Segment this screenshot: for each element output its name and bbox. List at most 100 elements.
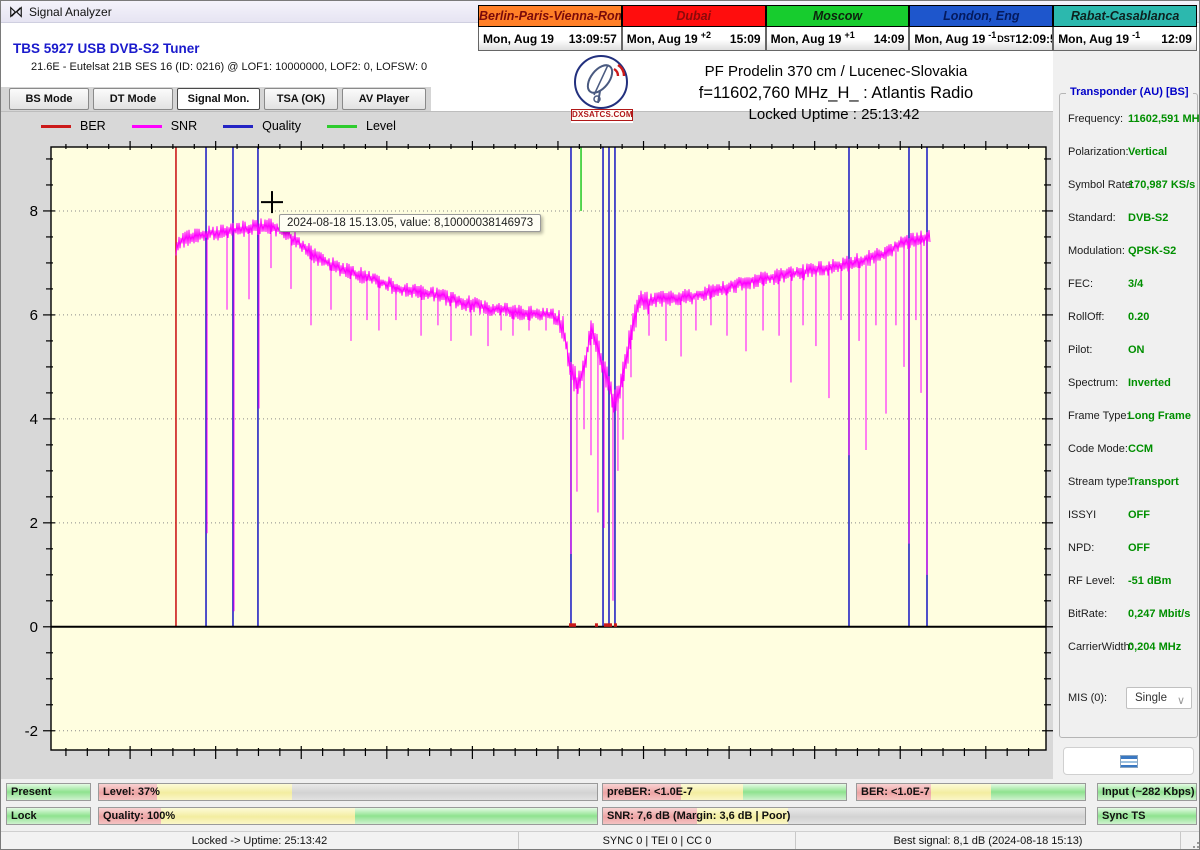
signal-analyzer-window: Signal Analyzer TBS 5927 USB DVB-S2 Tune… — [0, 0, 1200, 850]
tp-value: -51 dBm — [1128, 575, 1171, 587]
tp-value: Inverted — [1128, 377, 1171, 389]
svg-text:8: 8 — [30, 203, 38, 220]
tp-label: BitRate: — [1068, 608, 1107, 620]
tp-label: NPD: — [1068, 542, 1094, 554]
tp-value: 0,204 MHz — [1128, 641, 1181, 653]
mis-label: MIS (0): — [1068, 692, 1107, 704]
clock-date: Mon, Aug 19 — [1058, 32, 1129, 46]
clock-utc-offset: -1 — [1132, 30, 1140, 40]
clock-dst-label: DST — [997, 34, 1015, 44]
tab-av-player[interactable]: AV Player — [342, 88, 426, 110]
tp-value: CCM — [1128, 443, 1153, 455]
svg-text:0: 0 — [30, 619, 38, 636]
resize-grip[interactable] — [1189, 838, 1199, 848]
mode-tabstrip: BS Mode DT Mode Signal Mon. TSA (OK) AV … — [1, 87, 431, 112]
tp-label: CarrierWidth: — [1068, 641, 1133, 653]
present-indicator: Present — [6, 783, 91, 801]
tp-value: QPSK-S2 — [1128, 245, 1176, 257]
tp-value: DVB-S2 — [1128, 212, 1168, 224]
signal-chart-region: Locked Uptime : 25:13:42 BER SNR Quality… — [1, 111, 1053, 779]
mis-dropdown[interactable]: Single ∨ — [1126, 687, 1192, 709]
clock-london: London, Eng Mon, Aug 19 -1 DST 12:09:57 — [909, 5, 1053, 51]
svg-text:-2: -2 — [25, 723, 38, 740]
tp-value: ON — [1128, 344, 1145, 356]
tp-label: Frame Type: — [1068, 410, 1130, 422]
tp-label: RollOff: — [1068, 311, 1104, 323]
window-title: Signal Analyzer — [29, 5, 112, 19]
groupbox-title: Transponder (AU) [BS] — [1066, 86, 1193, 98]
tp-label: Frequency: — [1068, 113, 1123, 125]
clock-dubai: Dubai Mon, Aug 19 +2 15:09 — [622, 5, 766, 51]
clock-date: Mon, Aug 19 — [627, 32, 698, 46]
status-sync: SYNC 0 | TEI 0 | CC 0 — [519, 832, 796, 850]
clock-moscow: Moscow Mon, Aug 19 +1 14:09 — [766, 5, 910, 51]
svg-text:4: 4 — [30, 411, 38, 428]
tp-value: OFF — [1128, 542, 1150, 554]
mis-row: MIS (0): Single ∨ — [1068, 687, 1193, 709]
tp-label: Modulation: — [1068, 245, 1125, 257]
tab-bs-mode[interactable]: BS Mode — [9, 88, 89, 110]
world-clock-panel: Berlin-Paris-Vienna-Roma Mon, Aug 19 13:… — [478, 5, 1197, 51]
app-icon — [9, 5, 23, 19]
snr-meter: SNR: 7,6 dB (Margin: 3,6 dB | Poor) — [602, 807, 1086, 825]
tp-value: 170,987 KS/s — [1128, 179, 1195, 191]
quality-line-swatch — [223, 125, 253, 128]
site-line: PF Prodelin 370 cm / Lucenec-Slovakia — [705, 63, 968, 80]
ber-meter: BER: <1.0E-7 — [856, 783, 1086, 801]
legend-item-quality: Quality — [223, 119, 301, 133]
clock-city-label: Dubai — [622, 5, 766, 27]
status-best-signal: Best signal: 8,1 dB (2024-08-18 15:13) — [796, 832, 1181, 850]
transponder-panel: Transponder (AU) [BS] Frequency: 11602,59… — [1053, 51, 1200, 779]
tp-value: 0.20 — [1128, 311, 1149, 323]
snr-plot[interactable]: 86420-2 — [1, 112, 1053, 779]
tp-label: Stream type: — [1068, 476, 1130, 488]
tp-label: Code Mode: — [1068, 443, 1128, 455]
tp-value: Transport — [1128, 476, 1179, 488]
stripes-icon — [1120, 755, 1138, 768]
clock-date: Mon, Aug 19 — [483, 32, 554, 46]
tp-label: FEC: — [1068, 278, 1093, 290]
clock-date: Mon, Aug 19 — [914, 32, 985, 46]
clock-berlin: Berlin-Paris-Vienna-Roma Mon, Aug 19 13:… — [478, 5, 622, 51]
tp-label: ISSYI — [1068, 509, 1096, 521]
satellite-dish-icon — [574, 55, 634, 111]
clock-utc-offset: +1 — [844, 30, 854, 40]
tp-label: Pilot: — [1068, 344, 1092, 356]
ber-line-swatch — [41, 125, 71, 128]
level-meter: Level: 37% — [98, 783, 598, 801]
clock-utc-offset: +2 — [701, 30, 711, 40]
status-bar: Locked -> Uptime: 25:13:42 SYNC 0 | TEI … — [1, 831, 1200, 850]
tp-label: RF Level: — [1068, 575, 1115, 587]
clock-time: 13:09:57 — [569, 32, 617, 46]
tab-signal-mon[interactable]: Signal Mon. — [177, 88, 260, 110]
clock-city-label: Berlin-Paris-Vienna-Roma — [478, 5, 622, 27]
clock-time: 12:09:57 — [1015, 32, 1053, 46]
tp-label: Standard: — [1068, 212, 1116, 224]
tp-label: Polarization: — [1068, 146, 1129, 158]
tp-label: Spectrum: — [1068, 377, 1118, 389]
quality-meter: Quality: 100% — [98, 807, 598, 825]
tp-value: 11602,591 MHz — [1128, 113, 1200, 125]
clock-time: 12:09 — [1161, 32, 1192, 46]
clock-date: Mon, Aug 19 — [771, 32, 842, 46]
logo-text: DXSATCS.COM — [571, 109, 633, 121]
tp-value: 3/4 — [1128, 278, 1143, 290]
status-uptime: Locked -> Uptime: 25:13:42 — [1, 832, 519, 850]
tp-label: Symbol Rate: — [1068, 179, 1134, 191]
tp-value: 0,247 Mbit/s — [1128, 608, 1190, 620]
chart-legend: BER SNR Quality Level — [41, 119, 396, 133]
snr-line-swatch — [132, 125, 162, 128]
clock-city-label: Moscow — [766, 5, 910, 27]
panel-tool-button[interactable] — [1063, 747, 1194, 775]
legend-item-snr: SNR — [132, 119, 197, 133]
svg-text:2: 2 — [30, 515, 38, 532]
tp-value: Vertical — [1128, 146, 1167, 158]
clock-time: 15:09 — [730, 32, 761, 46]
clock-rabat: Rabat-Casablanca Mon, Aug 19 -1 12:09 — [1053, 5, 1197, 51]
tab-dt-mode[interactable]: DT Mode — [93, 88, 173, 110]
frequency-line: f=11602,760 MHz_H_ : Atlantis Radio — [699, 84, 973, 103]
tab-tsa[interactable]: TSA (OK) — [264, 88, 338, 110]
locked-uptime-line: Locked Uptime : 25:13:42 — [749, 106, 920, 123]
clock-utc-offset: -1 — [988, 30, 996, 40]
lock-indicator: Lock — [6, 807, 91, 825]
